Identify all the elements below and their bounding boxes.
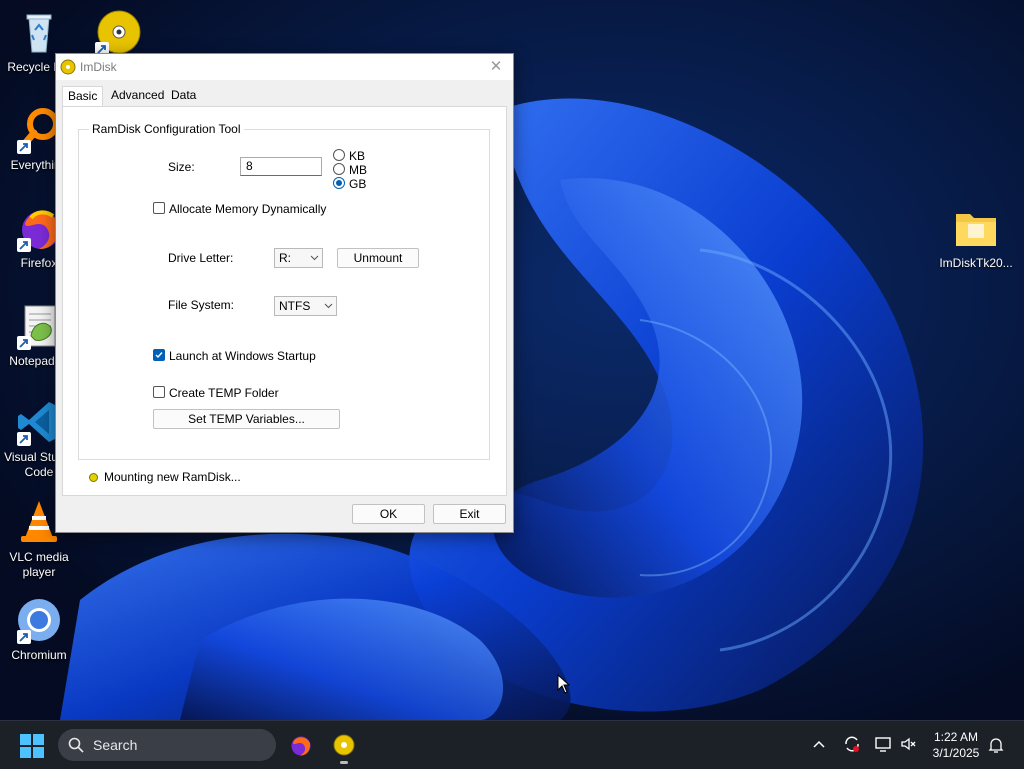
tab-advanced[interactable]: Advanced <box>106 86 169 106</box>
tab-panel-basic: RamDisk Configuration Tool Size: KB MB G… <box>62 106 507 496</box>
unit-gb-label: GB <box>349 177 367 191</box>
desktop-icon-label: VLC media player <box>9 550 69 579</box>
allocate-dynamic-label: Allocate Memory Dynamically <box>169 202 327 216</box>
launch-startup-checkbox[interactable] <box>153 349 165 361</box>
show-hidden-icons-button[interactable] <box>812 737 826 754</box>
desktop-icon-imdisktk-folder[interactable]: ImDiskTk20... <box>936 204 1016 271</box>
chevron-down-icon <box>310 255 319 261</box>
create-temp-checkbox[interactable] <box>153 386 165 398</box>
close-button[interactable]: ✕ <box>479 54 513 80</box>
disc-icon <box>333 734 355 756</box>
desktop-icon-label: ImDiskTk20... <box>939 256 1013 270</box>
volume-muted-icon <box>901 737 916 751</box>
shortcut-arrow-icon <box>17 630 31 644</box>
unit-kb-radio[interactable] <box>333 149 345 161</box>
running-indicator <box>340 761 348 764</box>
config-group: RamDisk Configuration Tool Size: KB MB G… <box>78 122 490 460</box>
folder-icon <box>952 204 1000 252</box>
ok-button[interactable]: OK <box>352 504 425 524</box>
windows-logo-icon <box>20 734 44 758</box>
notifications-button[interactable] <box>988 736 1004 757</box>
size-label: Size: <box>168 160 195 174</box>
search-placeholder: Search <box>93 737 138 753</box>
drive-letter-label: Drive Letter: <box>168 251 234 265</box>
shortcut-arrow-icon <box>17 140 31 154</box>
bell-icon <box>988 738 1004 753</box>
chromium-icon <box>15 596 63 644</box>
unit-kb-label: KB <box>349 149 366 163</box>
recycle-bin-icon <box>15 8 63 56</box>
unmount-button[interactable]: Unmount <box>337 248 419 268</box>
disc-icon <box>93 8 141 56</box>
chevron-up-icon <box>813 740 825 748</box>
drive-letter-select[interactable]: R: <box>274 248 323 268</box>
launch-startup-label: Launch at Windows Startup <box>169 349 316 363</box>
start-button[interactable] <box>20 734 44 761</box>
taskbar: Search 1:22 AM 3/1/2025 <box>0 720 1024 769</box>
set-temp-variables-button[interactable]: Set TEMP Variables... <box>153 409 340 429</box>
file-system-label: File System: <box>168 298 235 312</box>
clock-time: 1:22 AM <box>933 730 979 744</box>
search-icon <box>68 737 84 753</box>
window-title: ImDisk <box>80 60 117 74</box>
checkmark-icon <box>155 352 163 359</box>
shortcut-arrow-icon <box>17 432 31 446</box>
tray-sync-button[interactable] <box>843 735 861 756</box>
desktop-icon-chromium[interactable]: Chromium <box>0 596 78 663</box>
tab-data[interactable]: Data <box>166 86 201 106</box>
clock-date: 3/1/2025 <box>932 746 980 760</box>
tray-volume-button[interactable] <box>900 735 918 756</box>
title-bar[interactable]: ImDisk ✕ <box>56 54 513 80</box>
imdisk-dialog: ImDisk ✕ Basic Advanced Data RamDisk Con… <box>55 53 514 533</box>
exit-button[interactable]: Exit <box>433 504 506 524</box>
network-monitor-icon <box>875 737 891 752</box>
firefox-icon <box>291 736 311 756</box>
create-temp-label: Create TEMP Folder <box>169 386 279 400</box>
unit-mb-label: MB <box>349 163 367 177</box>
tab-basic[interactable]: Basic <box>62 86 104 108</box>
file-system-value: NTFS <box>279 299 311 313</box>
status-indicator-icon <box>89 473 98 482</box>
drive-letter-value: R: <box>279 251 291 265</box>
unit-gb-radio[interactable] <box>333 177 345 189</box>
shortcut-arrow-icon <box>17 336 31 350</box>
status-text: Mounting new RamDisk... <box>104 470 241 484</box>
clock[interactable]: 1:22 AM 3/1/2025 <box>928 729 984 761</box>
chevron-down-icon <box>324 303 333 309</box>
file-system-select[interactable]: NTFS <box>274 296 337 316</box>
imdisk-app-icon <box>60 59 76 75</box>
sync-icon <box>845 736 859 752</box>
taskbar-firefox[interactable] <box>288 733 312 760</box>
allocate-dynamic-checkbox[interactable] <box>153 202 165 214</box>
mouse-cursor-icon <box>557 674 571 694</box>
desktop-icon-label: Chromium <box>11 648 67 662</box>
tray-network-button[interactable] <box>874 735 892 756</box>
group-title: RamDisk Configuration Tool <box>89 122 244 136</box>
taskbar-search-box[interactable]: Search <box>58 729 276 761</box>
shortcut-arrow-icon <box>17 238 31 252</box>
unit-mb-radio[interactable] <box>333 163 345 175</box>
size-input[interactable] <box>240 157 322 176</box>
taskbar-imdisk[interactable] <box>332 733 356 764</box>
